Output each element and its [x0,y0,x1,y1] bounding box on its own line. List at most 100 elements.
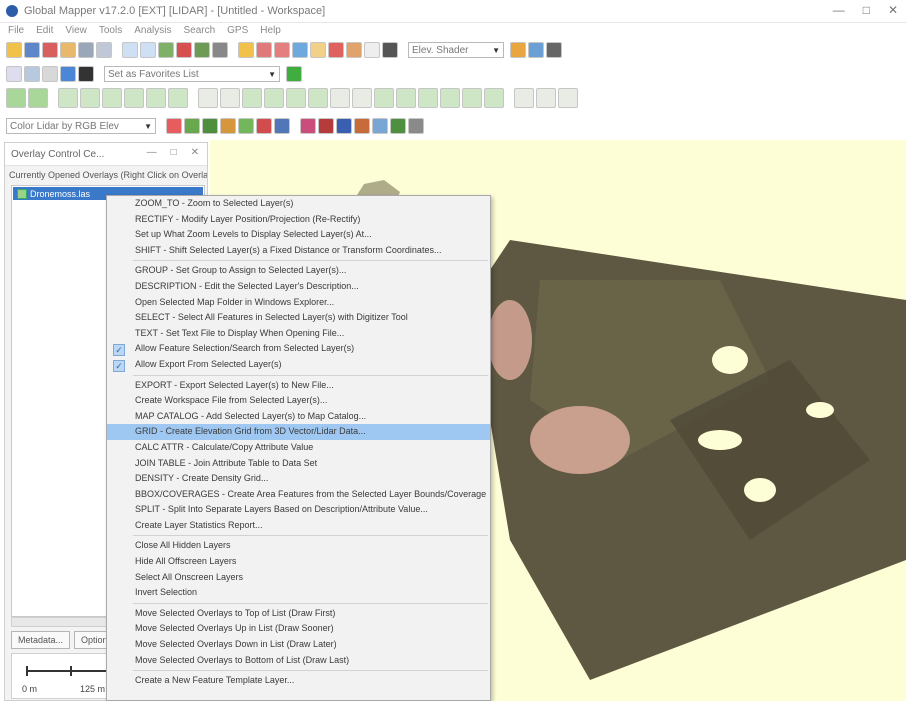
context-menu-item[interactable]: SELECT - Select All Features in Selected… [107,310,490,326]
draw-line-icon[interactable] [28,88,48,108]
mirror-icon[interactable] [440,88,460,108]
redo-edit-icon[interactable] [536,88,556,108]
lidar-measure-icon[interactable] [354,118,370,134]
arc-icon[interactable] [462,88,482,108]
context-menu-item[interactable]: Create a New Feature Template Layer... [107,673,490,689]
compass-icon[interactable] [60,66,76,82]
circle-icon[interactable] [484,88,504,108]
print-icon[interactable] [78,42,94,58]
context-menu-item[interactable]: SPLIT - Split Into Separate Layers Based… [107,502,490,518]
context-menu-item[interactable]: DESCRIPTION - Edit the Selected Layer's … [107,279,490,295]
context-menu-item[interactable]: ✓ Allow Export From Selected Layer(s) [107,357,490,373]
join-icon[interactable] [168,88,188,108]
context-menu-item[interactable]: Select All Onscreen Layers [107,570,490,586]
link-icon[interactable] [42,42,58,58]
shader-icon[interactable] [510,42,526,58]
minimize-button[interactable]: — [833,3,845,17]
pan-icon[interactable] [158,42,174,58]
binoculars-icon[interactable] [382,42,398,58]
context-menu-item[interactable]: ✓ Allow Feature Selection/Search from Sel… [107,341,490,357]
lidar-density-icon[interactable] [318,118,334,134]
context-menu-item[interactable]: Move Selected Overlays Down in List (Dra… [107,637,490,653]
render-mode-select[interactable]: Elev. Shader ▼ [408,42,504,58]
lighting-icon[interactable] [528,42,544,58]
delete-vertex-icon[interactable] [558,88,578,108]
scale-icon[interactable] [124,88,144,108]
lidar-edit-icon[interactable] [372,118,388,134]
lidar-settings-icon[interactable] [408,118,424,134]
move-feature-icon[interactable] [80,88,100,108]
favorites-select[interactable]: Set as Favorites List ▼ [104,66,280,82]
draw-area-icon[interactable] [6,88,26,108]
context-menu-item[interactable]: JOIN TABLE - Join Attribute Table to Dat… [107,456,490,472]
full-view-icon[interactable] [176,42,192,58]
lidar-3d-icon[interactable] [274,118,290,134]
snap-icon[interactable] [330,88,350,108]
panel-minimize-button[interactable]: — [147,147,157,158]
lidar-profile-icon[interactable] [202,118,218,134]
context-menu-item[interactable]: ZOOM_TO - Zoom to Selected Layer(s) [107,196,490,212]
menu-analysis[interactable]: Analysis [134,25,171,36]
context-menu-item[interactable]: MAP CATALOG - Add Selected Layer(s) to M… [107,409,490,425]
lidar-breakline-icon[interactable] [336,118,352,134]
lidar-filter-icon[interactable] [184,118,200,134]
extend-icon[interactable] [374,88,394,108]
checkbox-icon[interactable] [17,188,27,199]
menu-tools[interactable]: Tools [99,25,122,36]
ruler-icon[interactable] [328,42,344,58]
lidar-grid-icon[interactable] [300,118,316,134]
trim-icon[interactable] [352,88,372,108]
menu-help[interactable]: Help [260,25,281,36]
context-menu-item[interactable]: Move Selected Overlays to Bottom of List… [107,653,490,669]
close-button[interactable]: ✕ [888,3,898,17]
menu-edit[interactable]: Edit [36,25,53,36]
context-menu-item[interactable]: EXPORT - Export Selected Layer(s) to New… [107,378,490,394]
layers-icon[interactable] [96,42,112,58]
measure-icon[interactable] [212,42,228,58]
context-menu-item[interactable]: Hide All Offscreen Layers [107,554,490,570]
feature-info-icon[interactable] [310,42,326,58]
edit-vertex-icon[interactable] [58,88,78,108]
context-menu-item[interactable]: Close All Hidden Layers [107,538,490,554]
path-profile-icon[interactable] [256,42,272,58]
context-menu-item[interactable]: CALC ATTR - Calculate/Copy Attribute Val… [107,440,490,456]
metadata-button[interactable]: Metadata... [11,631,71,649]
context-menu-item[interactable]: Open Selected Map Folder in Windows Expl… [107,295,490,311]
zoom-out-icon[interactable] [140,42,156,58]
menu-search[interactable]: Search [183,25,215,36]
context-menu-item[interactable]: BBOX/COVERAGES - Create Area Features fr… [107,487,490,503]
context-menu-item[interactable]: Move Selected Overlays to Top of List (D… [107,606,490,622]
lidar-classify-icon[interactable] [166,118,182,134]
context-menu-item[interactable]: SHIFT - Shift Selected Layer(s) a Fixed … [107,243,490,259]
lidar-buildings-icon[interactable] [256,118,272,134]
context-menu-item[interactable]: Set up What Zoom Levels to Display Selec… [107,227,490,243]
globe-icon[interactable] [194,42,210,58]
digitizer-icon[interactable] [238,42,254,58]
open-icon[interactable] [6,42,22,58]
info-icon[interactable] [292,42,308,58]
grid-icon[interactable] [24,66,40,82]
lidar-query-icon[interactable] [390,118,406,134]
context-menu-item[interactable]: RECTIFY - Modify Layer Position/Projecti… [107,212,490,228]
menu-file[interactable]: File [8,25,24,36]
lidar-ground-icon[interactable] [238,118,254,134]
context-menu-item[interactable]: Invert Selection [107,585,490,601]
script-icon[interactable] [42,66,58,82]
union-icon[interactable] [286,88,306,108]
play-icon[interactable] [286,66,302,82]
north-icon[interactable] [78,66,94,82]
config-icon[interactable] [346,42,362,58]
lidar-select-icon[interactable] [220,118,236,134]
panel-close-button[interactable]: ✕ [191,147,199,158]
view-shed-icon[interactable] [274,42,290,58]
maximize-button[interactable]: □ [863,3,870,17]
clip-icon[interactable] [308,88,328,108]
offset-icon[interactable] [396,88,416,108]
menu-view[interactable]: View [65,25,87,36]
lidar-color-select[interactable]: Color Lidar by RGB Elev ▼ [6,118,156,134]
context-menu-item[interactable]: Create Layer Statistics Report... [107,518,490,534]
undo-edit-icon[interactable] [514,88,534,108]
menu-gps[interactable]: GPS [227,25,248,36]
catalog-icon[interactable] [60,42,76,58]
intersect-icon[interactable] [264,88,284,108]
